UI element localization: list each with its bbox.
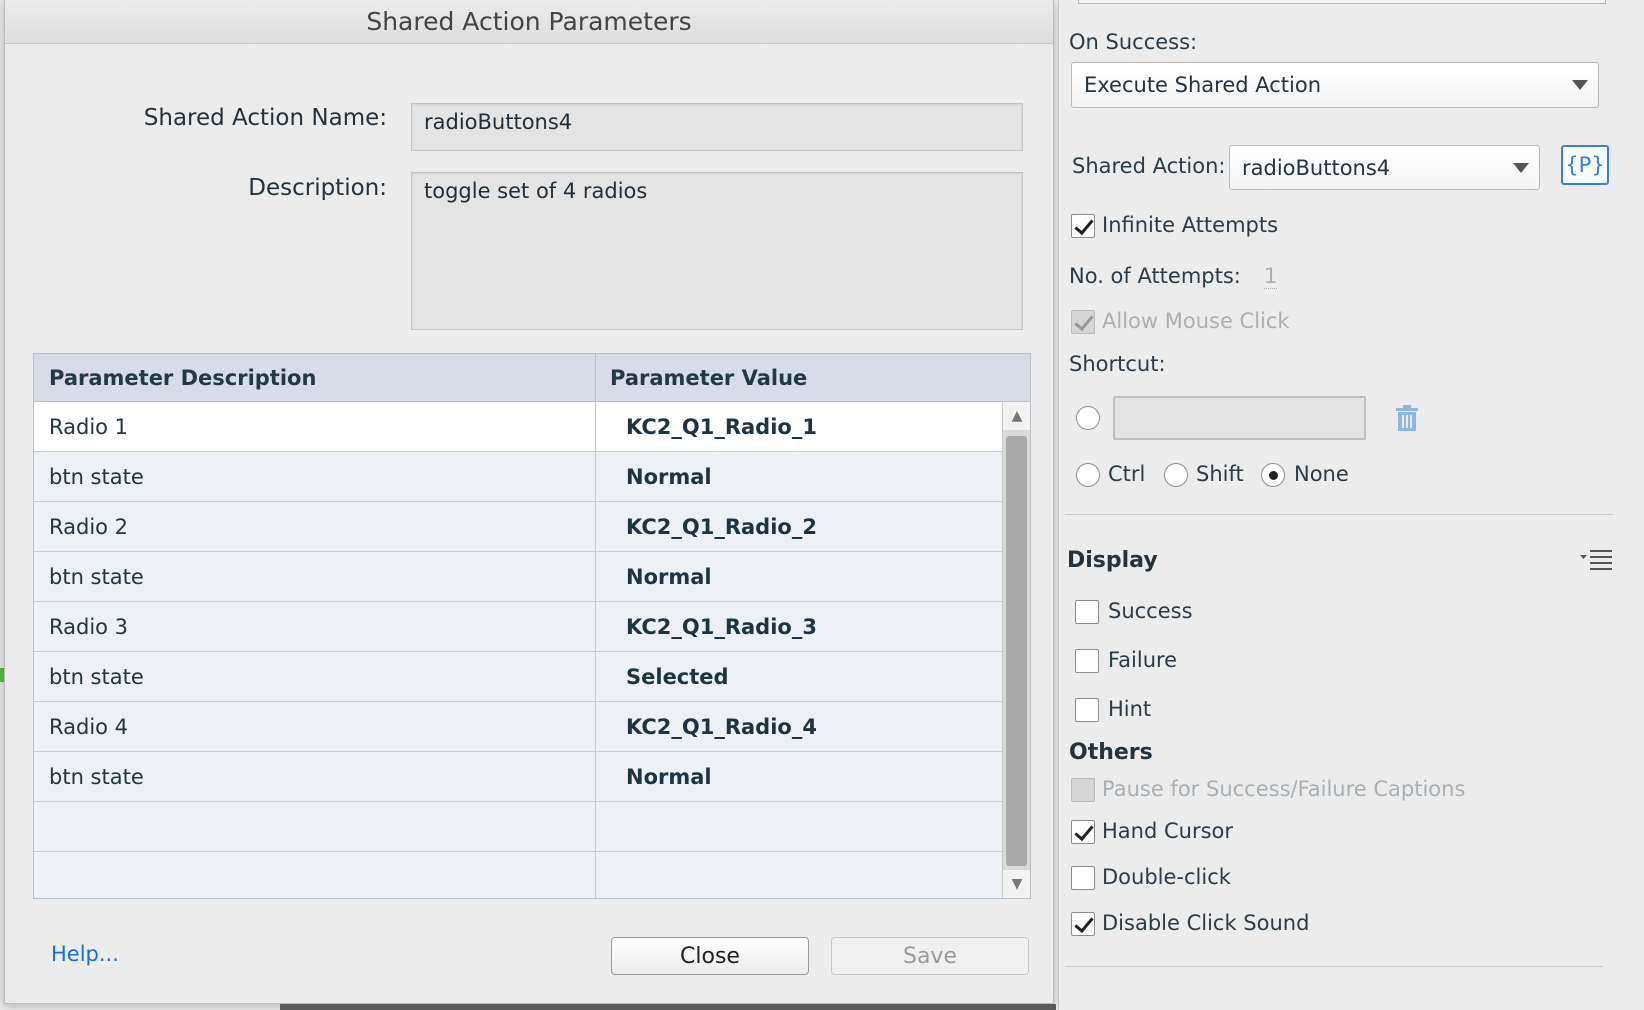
shared-action-select[interactable]: radioButtons4 (1229, 145, 1540, 190)
table-row[interactable] (34, 852, 1002, 898)
param-description-cell[interactable]: Radio 4 (34, 702, 596, 751)
parameters-table: Parameter Description Parameter Value Ra… (33, 353, 1031, 899)
shared-action-name-label: Shared Action Name: (143, 105, 387, 131)
table-row[interactable]: btn state Normal (34, 552, 1002, 602)
trash-icon[interactable] (1394, 404, 1420, 432)
disable-click-sound-label: Disable Click Sound (1102, 911, 1310, 935)
table-row[interactable]: Radio 4 KC2_Q1_Radio_4 (34, 702, 1002, 752)
table-row[interactable] (34, 802, 1002, 852)
hand-cursor-checkbox[interactable] (1071, 820, 1095, 844)
dropdown-caret-icon (1513, 162, 1529, 173)
scroll-thumb[interactable] (1006, 436, 1027, 866)
param-value-cell[interactable]: KC2_Q1_Radio_1 (596, 402, 1002, 451)
section-divider (1065, 966, 1603, 967)
table-scrollbar[interactable]: ▲ ▼ (1002, 402, 1030, 898)
shared-action-name-field[interactable]: radioButtons4 (411, 103, 1023, 151)
double-click-checkbox[interactable] (1071, 866, 1095, 890)
shared-action-value: radioButtons4 (1242, 155, 1391, 180)
table-row[interactable]: btn state Normal (34, 452, 1002, 502)
column-header-value[interactable]: Parameter Value (596, 354, 1030, 401)
param-value-cell[interactable]: KC2_Q1_Radio_2 (596, 502, 1002, 551)
param-value-cell[interactable] (596, 852, 1002, 898)
param-value-cell[interactable] (596, 802, 1002, 851)
param-value-cell[interactable]: Normal (596, 752, 1002, 801)
shared-action-label: Shared Action: (1072, 154, 1226, 178)
param-description-cell[interactable]: Radio 2 (34, 502, 596, 551)
disable-click-sound-checkbox[interactable] (1071, 912, 1095, 936)
infinite-attempts-label: Infinite Attempts (1102, 213, 1279, 237)
table-header: Parameter Description Parameter Value (34, 354, 1030, 402)
hand-cursor-label: Hand Cursor (1102, 819, 1234, 843)
param-description-cell[interactable]: Radio 3 (34, 602, 596, 651)
ctrl-radio[interactable] (1076, 463, 1100, 487)
table-row[interactable]: btn state Selected (34, 652, 1002, 702)
panel-top-control (1078, 0, 1606, 4)
section-divider (1065, 514, 1613, 515)
pause-captions-checkbox[interactable] (1071, 778, 1095, 802)
attempts-input[interactable]: 1 (1264, 264, 1278, 289)
description-textarea[interactable]: toggle set of 4 radios (411, 172, 1023, 330)
shift-label: Shift (1196, 462, 1244, 486)
display-success-checkbox[interactable] (1075, 600, 1099, 624)
description-label: Description: (248, 175, 387, 201)
infinite-attempts-checkbox[interactable] (1071, 214, 1095, 238)
param-value-cell[interactable]: KC2_Q1_Radio_4 (596, 702, 1002, 751)
double-click-label: Double-click (1102, 865, 1231, 889)
display-failure-label: Failure (1108, 648, 1178, 672)
shift-radio[interactable] (1164, 463, 1188, 487)
window-bottom-bar (280, 1004, 1056, 1010)
param-value-cell[interactable]: Normal (596, 552, 1002, 601)
none-label: None (1294, 462, 1349, 486)
display-success-label: Success (1108, 599, 1193, 623)
param-value-cell[interactable]: Selected (596, 652, 1002, 701)
display-hint-label: Hint (1108, 697, 1152, 721)
dialog-title: Shared Action Parameters (5, 0, 1053, 44)
param-description-cell[interactable]: btn state (34, 452, 596, 501)
on-success-value: Execute Shared Action (1084, 73, 1322, 97)
display-section-title: Display (1067, 548, 1158, 573)
param-description-cell[interactable]: Radio 1 (34, 402, 596, 451)
help-link[interactable]: Help... (51, 942, 119, 966)
on-success-select[interactable]: Execute Shared Action (1071, 62, 1599, 108)
param-description-cell[interactable] (34, 802, 596, 851)
shared-action-parameters-dialog: Shared Action Parameters Shared Action N… (4, 0, 1054, 1004)
pause-captions-label: Pause for Success/Failure Captions (1102, 777, 1466, 801)
allow-mouse-click-label: Allow Mouse Click (1102, 309, 1290, 333)
others-section-title: Others (1069, 740, 1153, 765)
scroll-down-icon[interactable]: ▼ (1003, 870, 1030, 898)
shortcut-radio[interactable] (1076, 406, 1100, 430)
param-description-cell[interactable] (34, 852, 596, 898)
close-button[interactable]: Close (611, 937, 809, 975)
table-row[interactable]: btn state Normal (34, 752, 1002, 802)
table-row[interactable]: Radio 2 KC2_Q1_Radio_2 (34, 502, 1002, 552)
column-header-description[interactable]: Parameter Description (34, 354, 596, 401)
display-hint-checkbox[interactable] (1075, 698, 1099, 722)
menu-options-icon[interactable] (1580, 548, 1614, 574)
table-row[interactable]: Radio 1 KC2_Q1_Radio_1 (34, 402, 1002, 452)
param-description-cell[interactable]: btn state (34, 752, 596, 801)
dropdown-caret-icon (1572, 80, 1588, 90)
shortcut-input[interactable] (1113, 396, 1366, 440)
param-value-cell[interactable]: Normal (596, 452, 1002, 501)
param-description-cell[interactable]: btn state (34, 652, 596, 701)
none-radio[interactable] (1261, 463, 1285, 487)
param-description-cell[interactable]: btn state (34, 552, 596, 601)
attempts-label: No. of Attempts: (1069, 264, 1241, 288)
table-body: Radio 1 KC2_Q1_Radio_1 btn state Normal … (34, 402, 1002, 898)
parameters-button[interactable]: {P} (1561, 145, 1609, 185)
on-success-label: On Success: (1069, 30, 1198, 54)
param-value-cell[interactable]: KC2_Q1_Radio_3 (596, 602, 1002, 651)
save-button[interactable]: Save (831, 937, 1029, 975)
display-failure-checkbox[interactable] (1075, 649, 1099, 673)
table-row[interactable]: Radio 3 KC2_Q1_Radio_3 (34, 602, 1002, 652)
allow-mouse-click-checkbox[interactable] (1071, 310, 1095, 334)
ctrl-label: Ctrl (1108, 462, 1146, 486)
scroll-up-icon[interactable]: ▲ (1003, 402, 1030, 430)
shortcut-label: Shortcut: (1069, 352, 1166, 376)
